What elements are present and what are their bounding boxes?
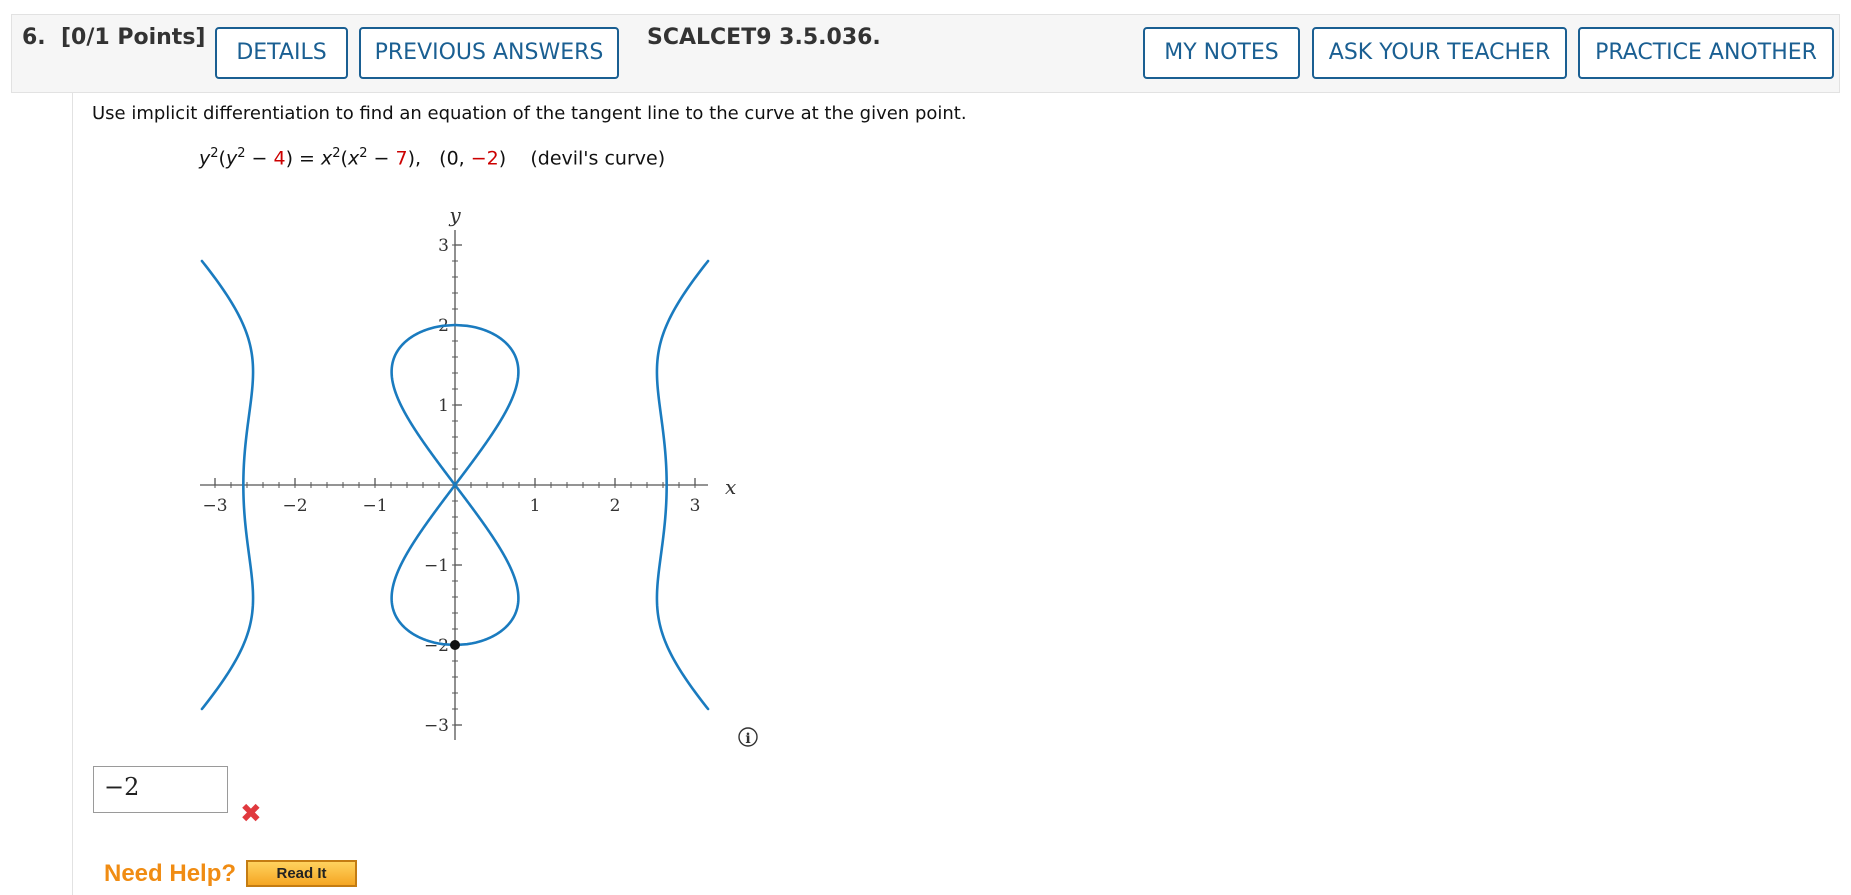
details-button[interactable]: DETAILS xyxy=(215,27,348,79)
x-mark-icon: ✖ xyxy=(240,799,262,829)
problem-code: SCALCET9 3.5.036. xyxy=(647,25,881,50)
curve-inner-branch xyxy=(453,323,520,487)
y-tick-label: −2 xyxy=(424,636,449,656)
info-icon[interactable]: i xyxy=(738,727,758,747)
question-prompt: Use implicit differentiation to find an … xyxy=(92,103,967,124)
need-help-label: Need Help? xyxy=(104,860,237,887)
x-tick-label: −1 xyxy=(362,496,387,516)
y-axis-label: y xyxy=(448,203,461,227)
y-tick-label: −3 xyxy=(424,716,449,736)
read-it-button[interactable]: Read It xyxy=(246,860,357,887)
question-number: 6. [0/1 Points] xyxy=(22,25,205,50)
my-notes-button[interactable]: MY NOTES xyxy=(1143,27,1300,79)
curve-name: (devil's curve) xyxy=(530,147,666,170)
svg-text:i: i xyxy=(745,731,750,747)
curve-equation: y2(y2 − 4) = x2(x2 − 7), (0, −2) (devil'… xyxy=(199,146,666,170)
question-index: 6. xyxy=(22,25,46,50)
ask-your-teacher-button[interactable]: ASK YOUR TEACHER xyxy=(1312,27,1567,79)
x-tick-label: −2 xyxy=(282,496,307,516)
curve-inner-branch xyxy=(453,483,520,647)
y-tick-label: 1 xyxy=(438,396,449,416)
given-point-marker xyxy=(450,640,460,650)
question-points: [0/1 Points] xyxy=(61,25,206,50)
x-tick-label: 3 xyxy=(690,496,701,516)
x-tick-label: 2 xyxy=(610,496,621,516)
y-tick-label: 3 xyxy=(438,236,449,256)
previous-answers-button[interactable]: PREVIOUS ANSWERS xyxy=(359,27,619,79)
x-axis-label: x xyxy=(725,475,736,499)
practice-another-button[interactable]: PRACTICE ANOTHER xyxy=(1578,27,1834,79)
y-tick-label: −1 xyxy=(424,556,449,576)
answer-input[interactable]: −2 xyxy=(93,766,228,813)
x-tick-label: 1 xyxy=(530,496,541,516)
devils-curve-graph: −3 −2 −1 1 2 3 321−1−2−3 x y i xyxy=(200,203,758,747)
x-tick-label: −3 xyxy=(202,496,227,516)
